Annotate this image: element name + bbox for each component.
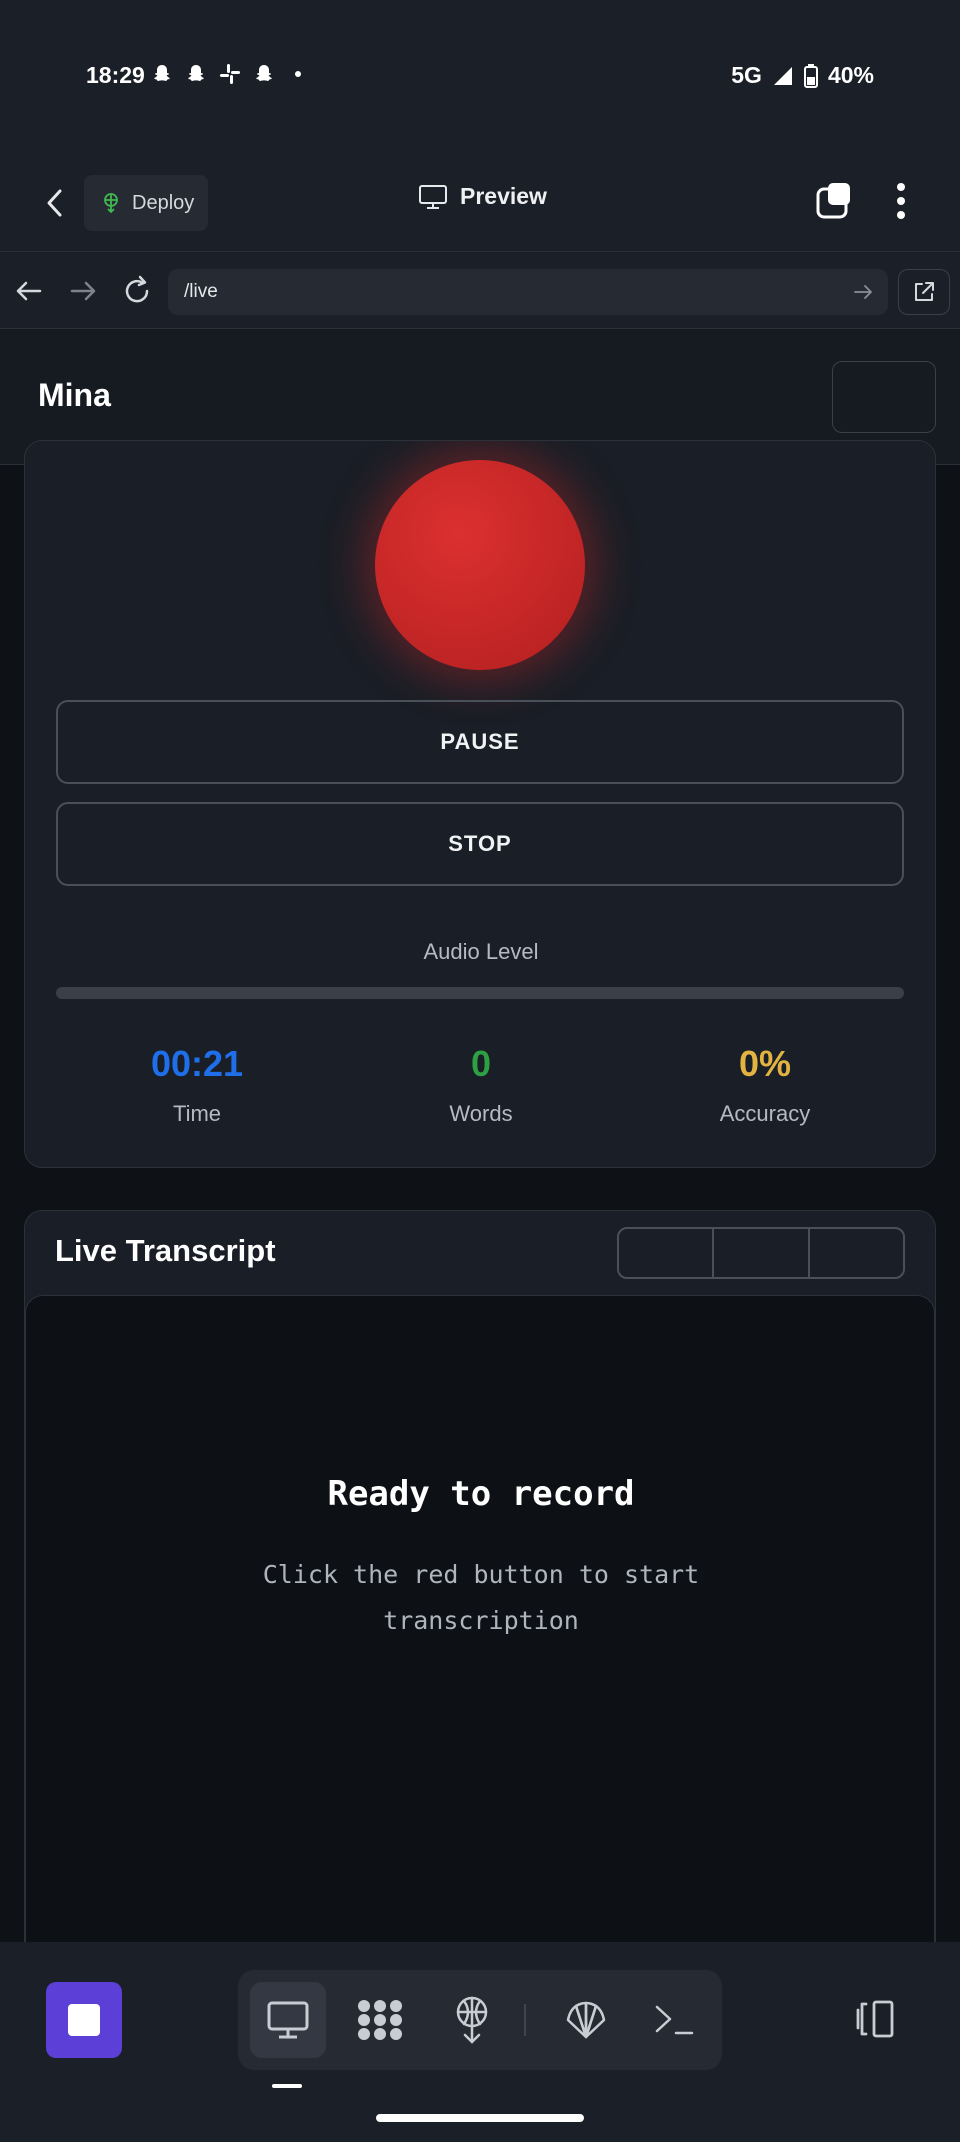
transcript-toolbar	[617, 1227, 905, 1279]
snapchat-icon	[188, 65, 204, 82]
app-bar: Deploy Preview	[0, 155, 960, 251]
deploy-icon	[104, 193, 118, 214]
stat-words-value: 0	[470, 1043, 492, 1084]
pause-button[interactable]: PAUSE	[56, 700, 904, 784]
audio-level-label: Audio Level	[423, 939, 539, 964]
header-menu-button[interactable]	[832, 361, 936, 433]
empty-state-subtitle: Click the red button to start transcript…	[262, 1560, 700, 1635]
tool-workflows[interactable]	[342, 1982, 418, 2058]
url-bar: /live	[0, 251, 960, 329]
recorder-card: PAUSE STOP Audio Level 00:21 Time 0 Word…	[24, 440, 936, 1168]
battery-icon	[803, 63, 818, 88]
stop-button[interactable]: STOP	[56, 802, 904, 886]
stat-accuracy-label: Accuracy	[719, 1101, 811, 1126]
deploy-button[interactable]: Deploy	[84, 175, 208, 231]
refresh-icon[interactable]	[120, 274, 154, 308]
stat-accuracy-value: 0%	[738, 1043, 792, 1084]
arrow-forward-icon[interactable]	[66, 274, 100, 308]
snapchat-icon	[154, 65, 170, 82]
stat-words-label: Words	[449, 1101, 513, 1126]
active-tool-indicator	[272, 2084, 302, 2088]
grid-blobs-icon	[358, 2000, 402, 2040]
bottom-toolbar	[0, 1942, 960, 2142]
tool-terminal[interactable]	[636, 1982, 712, 2058]
monitor-icon	[267, 2001, 309, 2039]
transcript-action-1[interactable]	[619, 1229, 715, 1277]
tool-shell[interactable]	[548, 1982, 624, 2058]
empty-state-title: Ready to record	[327, 1474, 635, 1514]
status-right: 5G 40%	[731, 62, 874, 89]
stat-time-value: 00:21	[150, 1043, 244, 1084]
status-bar: 18:29 5G 40%	[0, 0, 960, 155]
preview-title: Preview	[418, 183, 547, 210]
arrow-back-icon[interactable]	[12, 274, 46, 308]
snapchat-icon	[256, 65, 272, 82]
stop-run-button[interactable]	[46, 1982, 122, 2058]
stat-time: 00:21 Time	[47, 1043, 347, 1127]
transcript-action-3[interactable]	[810, 1229, 903, 1277]
slack-icon	[220, 64, 240, 84]
dot-icon	[295, 71, 301, 77]
audio-level-meter	[56, 987, 904, 999]
terminal-icon	[655, 2005, 694, 2035]
notification-icons	[150, 62, 310, 86]
signal-icon	[773, 66, 792, 85]
transcript-action-2[interactable]	[714, 1229, 810, 1277]
transcript-title: Live Transcript	[55, 1233, 276, 1268]
more-vert-icon[interactable]	[886, 179, 916, 223]
preview-label: Preview	[460, 183, 547, 209]
battery-level: 40%	[827, 62, 874, 88]
tool-divider	[524, 2004, 526, 2036]
tool-preview[interactable]	[250, 1982, 326, 2058]
brand-name: Mina	[38, 377, 111, 413]
tabs-icon[interactable]	[814, 181, 854, 221]
deploy-label: Deploy	[132, 191, 195, 214]
external-link-icon	[915, 282, 934, 301]
url-text: /live	[184, 281, 218, 302]
shell-icon	[566, 2001, 606, 2039]
side-panel-icon[interactable]	[852, 1996, 898, 2042]
monitor-icon	[419, 184, 447, 209]
stat-time-label: Time	[172, 1101, 222, 1126]
status-time: 18:29	[86, 62, 145, 88]
stat-accuracy: 0% Accuracy	[615, 1043, 915, 1127]
url-input[interactable]: /live	[168, 269, 888, 315]
tool-deploy[interactable]	[434, 1982, 510, 2058]
tool-group	[238, 1970, 722, 2070]
network-type: 5G	[731, 62, 762, 88]
home-indicator[interactable]	[376, 2114, 584, 2122]
open-external-button[interactable]	[898, 269, 950, 315]
stop-square-icon	[68, 2004, 100, 2036]
go-arrow-icon[interactable]	[852, 281, 874, 303]
record-button[interactable]	[375, 460, 585, 670]
stat-words: 0 Words	[331, 1043, 631, 1127]
back-chevron-icon[interactable]	[38, 185, 74, 221]
deploy-icon	[456, 1996, 488, 2044]
